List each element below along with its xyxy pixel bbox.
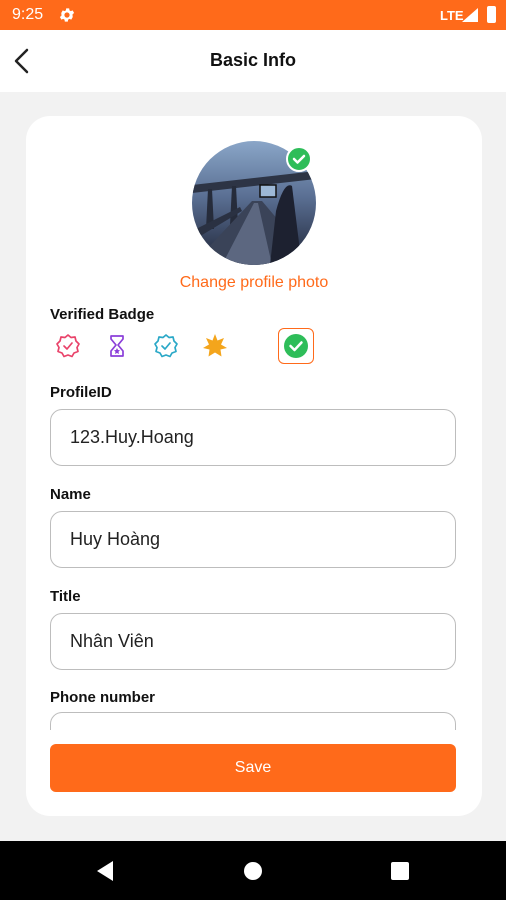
badge-option-green[interactable] (278, 328, 314, 364)
status-time: 9:25 (12, 6, 44, 23)
badge-option-teal[interactable] (148, 328, 184, 364)
title-label: Title (50, 588, 81, 605)
badge-option-purple[interactable] (99, 328, 135, 364)
signal-icon (462, 8, 478, 22)
verified-badge-options (50, 328, 314, 366)
name-field[interactable]: Huy Hoàng (50, 511, 456, 568)
battery-icon (487, 6, 496, 23)
nav-home-icon[interactable] (238, 856, 268, 886)
badge-check-outline-icon (56, 334, 80, 358)
title-field[interactable]: Nhân Viên (50, 613, 456, 670)
app-bar: Basic Info (0, 30, 506, 92)
profile-id-label: ProfileID (50, 384, 112, 401)
page-title: Basic Info (209, 50, 297, 70)
verified-badge-label: Verified Badge (50, 306, 155, 323)
basic-info-card: Change profile photo Verified Badge Prof… (26, 116, 482, 816)
star-burst-icon (203, 334, 227, 357)
network-type: LTE (440, 8, 464, 23)
badge-option-pink[interactable] (50, 328, 86, 364)
gear-icon (59, 8, 75, 22)
nav-back-icon[interactable] (91, 856, 121, 886)
phone-number-label: Phone number (50, 689, 156, 706)
profile-id-field[interactable]: 123.Huy.Hoang (50, 409, 456, 466)
check-circle-icon (284, 334, 308, 358)
badge-option-gold[interactable] (197, 328, 233, 364)
badge-check-outline-icon (154, 334, 178, 358)
save-button[interactable]: Save (50, 744, 456, 792)
change-profile-photo-link[interactable]: Change profile photo (26, 274, 482, 292)
verified-check-icon (286, 146, 312, 172)
name-label: Name (50, 486, 91, 503)
system-nav-bar (0, 841, 506, 900)
nav-recents-icon[interactable] (385, 856, 415, 886)
status-bar: 9:25 LTE (0, 0, 506, 30)
phone-number-field[interactable] (50, 712, 456, 730)
hourglass-star-icon (110, 335, 124, 357)
